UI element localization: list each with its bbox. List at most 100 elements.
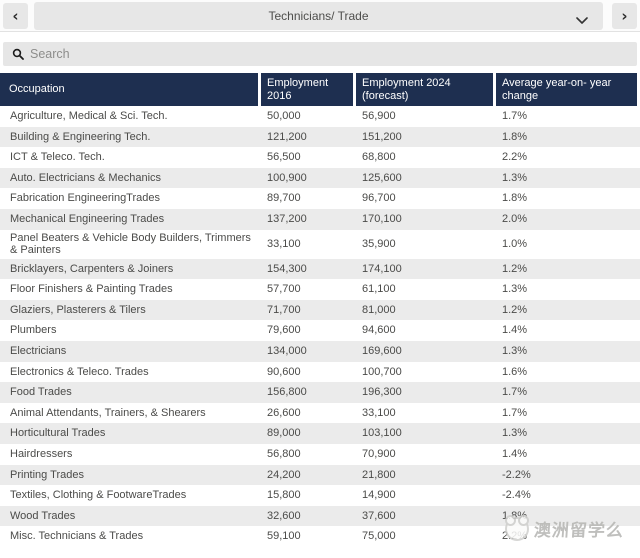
value-cell: 56,500 [261, 149, 356, 166]
table-row: Printing Trades24,20021,800-2.2% [0, 465, 640, 486]
value-cell: 21,800 [356, 467, 496, 484]
value-cell: 1.8% [496, 129, 640, 146]
value-cell: 1.3% [496, 425, 640, 442]
occupation-cell: Misc. Technicians & Trades [0, 528, 261, 545]
value-cell: 56,900 [356, 108, 496, 125]
occupation-cell: Printing Trades [0, 467, 261, 484]
occupation-cell: Mechanical Engineering Trades [0, 211, 261, 228]
value-cell: 1.4% [496, 446, 640, 463]
value-cell: 56,800 [261, 446, 356, 463]
value-cell: -2.4% [496, 487, 640, 504]
table-row: Misc. Technicians & Trades59,10075,0002.… [0, 526, 640, 547]
value-cell: 50,000 [261, 108, 356, 125]
value-cell: -2.2% [496, 467, 640, 484]
value-cell: 89,700 [261, 190, 356, 207]
occupation-cell: Floor Finishers & Painting Trades [0, 281, 261, 298]
value-cell: 154,300 [261, 261, 356, 278]
table-body: Agriculture, Medical & Sci. Tech.50,0005… [0, 106, 640, 547]
value-cell: 156,800 [261, 384, 356, 401]
table-row: Building & Engineering Tech.121,200151,2… [0, 127, 640, 148]
category-dropdown[interactable]: Technicians/ Trade [34, 2, 603, 30]
table-row: Electronics & Teleco. Trades90,600100,70… [0, 362, 640, 383]
occupation-cell: Plumbers [0, 322, 261, 339]
value-cell: 89,000 [261, 425, 356, 442]
value-cell: 169,600 [356, 343, 496, 360]
search-input[interactable] [30, 42, 637, 66]
occupation-cell: Food Trades [0, 384, 261, 401]
top-toolbar: ‹ Technicians/ Trade › [0, 0, 640, 32]
table-row: Auto. Electricians & Mechanics100,900125… [0, 168, 640, 189]
value-cell: 174,100 [356, 261, 496, 278]
value-cell: 33,100 [356, 405, 496, 422]
value-cell: 100,900 [261, 170, 356, 187]
value-cell: 196,300 [356, 384, 496, 401]
value-cell: 26,600 [261, 405, 356, 422]
table-row: Agriculture, Medical & Sci. Tech.50,0005… [0, 106, 640, 127]
column-header: Employment 2024 (forecast) [356, 73, 493, 106]
value-cell: 1.3% [496, 343, 640, 360]
search-icon [12, 48, 24, 60]
value-cell: 14,900 [356, 487, 496, 504]
column-header: Employment 2016 [261, 73, 353, 106]
value-cell: 90,600 [261, 364, 356, 381]
occupation-cell: Building & Engineering Tech. [0, 129, 261, 146]
occupation-cell: Textiles, Clothing & FootwareTrades [0, 487, 261, 504]
value-cell: 1.4% [496, 322, 640, 339]
column-header: Average year-on- year change [496, 73, 637, 106]
value-cell: 33,100 [261, 236, 356, 253]
table-row: Mechanical Engineering Trades137,200170,… [0, 209, 640, 230]
table-row: Hairdressers56,80070,9001.4% [0, 444, 640, 465]
prev-category-button[interactable]: ‹ [3, 3, 28, 29]
table-row: Plumbers79,60094,6001.4% [0, 320, 640, 341]
occupation-cell: Horticultural Trades [0, 425, 261, 442]
table-row: Animal Attendants, Trainers, & Shearers2… [0, 403, 640, 424]
value-cell: 59,100 [261, 528, 356, 545]
value-cell: 1.6% [496, 364, 640, 381]
value-cell: 170,100 [356, 211, 496, 228]
value-cell: 1.7% [496, 384, 640, 401]
value-cell: 151,200 [356, 129, 496, 146]
value-cell: 57,700 [261, 281, 356, 298]
value-cell: 79,600 [261, 322, 356, 339]
search-bar[interactable] [3, 42, 637, 66]
value-cell: 1.8% [496, 190, 640, 207]
value-cell: 2.2% [496, 528, 640, 545]
value-cell: 1.3% [496, 170, 640, 187]
occupation-cell: Panel Beaters & Vehicle Body Builders, T… [0, 230, 261, 259]
value-cell: 37,600 [356, 508, 496, 525]
value-cell: 1.3% [496, 281, 640, 298]
table-row: Glaziers, Plasterers & Tilers71,70081,00… [0, 300, 640, 321]
value-cell: 125,600 [356, 170, 496, 187]
value-cell: 1.2% [496, 302, 640, 319]
table-row: Horticultural Trades89,000103,1001.3% [0, 423, 640, 444]
category-dropdown-label: Technicians/ Trade [268, 9, 368, 23]
table-row: Fabrication EngineeringTrades89,70096,70… [0, 188, 640, 209]
table-row: ICT & Teleco. Tech.56,50068,8002.2% [0, 147, 640, 168]
value-cell: 24,200 [261, 467, 356, 484]
occupation-cell: Hairdressers [0, 446, 261, 463]
chevron-down-icon [576, 12, 588, 30]
value-cell: 2.2% [496, 149, 640, 166]
next-category-button[interactable]: › [612, 3, 637, 29]
column-header: Occupation [0, 73, 258, 106]
value-cell: 32,600 [261, 508, 356, 525]
value-cell: 121,200 [261, 129, 356, 146]
value-cell: 1.7% [496, 108, 640, 125]
value-cell: 35,900 [356, 236, 496, 253]
value-cell: 1.2% [496, 261, 640, 278]
occupation-cell: ICT & Teleco. Tech. [0, 149, 261, 166]
value-cell: 2.0% [496, 211, 640, 228]
value-cell: 70,900 [356, 446, 496, 463]
table-row: Textiles, Clothing & FootwareTrades15,80… [0, 485, 640, 506]
value-cell: 61,100 [356, 281, 496, 298]
value-cell: 1.8% [496, 508, 640, 525]
occupation-cell: Auto. Electricians & Mechanics [0, 170, 261, 187]
occupation-cell: Glaziers, Plasterers & Tilers [0, 302, 261, 319]
value-cell: 71,700 [261, 302, 356, 319]
value-cell: 103,100 [356, 425, 496, 442]
value-cell: 15,800 [261, 487, 356, 504]
value-cell: 134,000 [261, 343, 356, 360]
table-row: Panel Beaters & Vehicle Body Builders, T… [0, 230, 640, 259]
value-cell: 68,800 [356, 149, 496, 166]
value-cell: 137,200 [261, 211, 356, 228]
